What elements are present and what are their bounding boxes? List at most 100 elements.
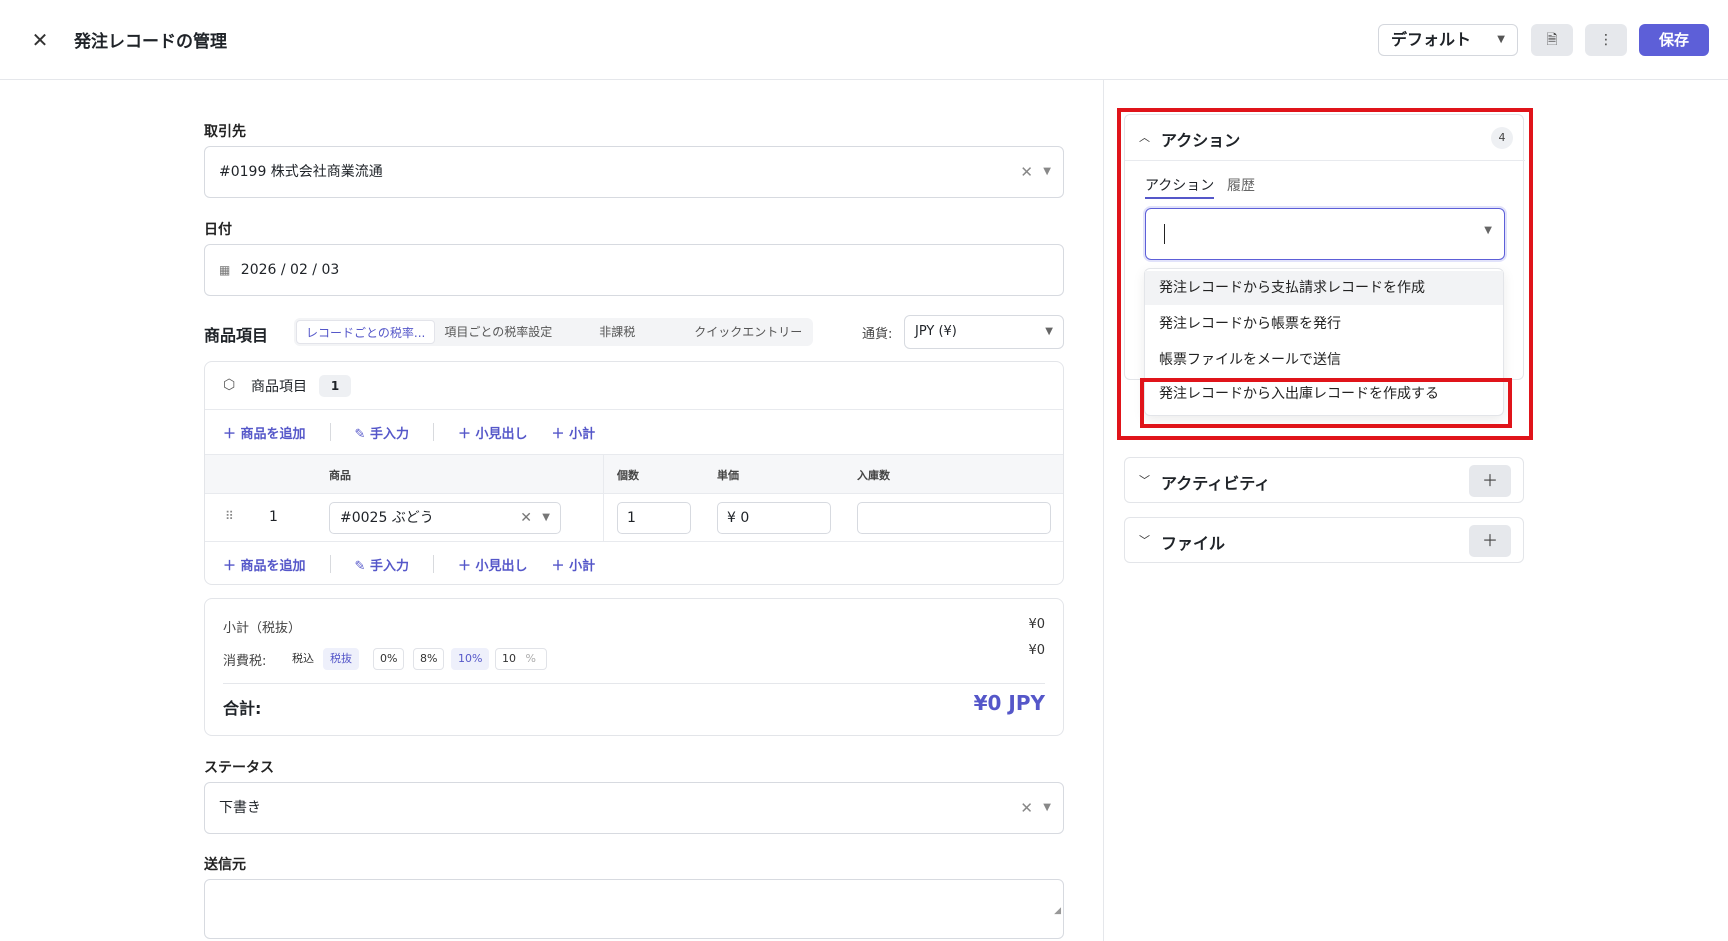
- column-product: 商品: [329, 469, 351, 482]
- subheading-label: 小見出し: [475, 426, 528, 442]
- activity-title: アクティビティ: [1161, 474, 1271, 493]
- add-product-label: 商品を追加: [240, 558, 306, 574]
- status-value: 下書き: [219, 800, 261, 816]
- partner-select[interactable]: #0199 株式会社商業流通 ✕ ▼: [204, 146, 1064, 198]
- date-value: 2026 / 02 / 03: [240, 262, 340, 278]
- add-file-button[interactable]: ＋: [1469, 525, 1511, 557]
- subtotal-value: ¥0: [1028, 617, 1045, 632]
- box-icon: ⬡: [223, 377, 236, 393]
- tab-tax-exempt[interactable]: 非課税: [590, 320, 685, 344]
- custom-rate-input[interactable]: 10 %: [495, 648, 547, 670]
- add-subheading-button[interactable]: ＋ 小見出し: [458, 555, 528, 574]
- product-select[interactable]: #0025 ぶどう ✕ ▼: [329, 502, 561, 534]
- page-title: 発注レコードの管理: [74, 32, 227, 52]
- more-vertical-icon: ⋮: [1599, 32, 1613, 48]
- tab-per-record-tax[interactable]: レコードごとの税率...: [296, 320, 436, 344]
- view-select[interactable]: デフォルト ▼: [1378, 24, 1518, 56]
- date-label: 日付: [204, 222, 232, 238]
- close-icon[interactable]: ✕: [28, 26, 52, 54]
- column-unit-price: 単価: [717, 469, 739, 482]
- status-label: ステータス: [204, 760, 274, 776]
- chevron-down-icon: ▼: [1043, 166, 1051, 177]
- add-subheading-button[interactable]: ＋ 小見出し: [458, 423, 528, 442]
- view-select-value: デフォルト: [1391, 30, 1472, 49]
- received-qty-input[interactable]: [857, 502, 1051, 534]
- manual-entry-button[interactable]: ✎ 手入力: [355, 423, 409, 442]
- chevron-down-icon: ▼: [1497, 34, 1505, 45]
- subtotal-label: 小計: [569, 426, 596, 442]
- divider: [329, 423, 331, 441]
- chevron-down-icon: ﹀: [1139, 534, 1150, 547]
- column-received: 入庫数: [857, 469, 890, 482]
- files-title: ファイル: [1161, 534, 1226, 553]
- divider: [329, 555, 331, 573]
- subtotal-label: 小計: [569, 558, 596, 574]
- status-select[interactable]: 下書き ✕ ▼: [204, 782, 1064, 834]
- custom-rate-value: 10: [502, 652, 516, 665]
- add-subtotal-button[interactable]: ＋ 小計: [552, 555, 596, 574]
- add-product-button[interactable]: ＋ 商品を追加: [223, 423, 306, 442]
- currency-select[interactable]: JPY (¥) ▼: [904, 315, 1064, 349]
- unit-price-input[interactable]: ¥ 0: [717, 502, 831, 534]
- subtotal-label: 小計（税抜）: [223, 621, 302, 636]
- highlight-box-menu-item: [1140, 378, 1512, 428]
- rate-8-chip[interactable]: 8%: [413, 648, 445, 670]
- items-table-header: 商品 個数 単価 入庫数: [205, 454, 1063, 494]
- items-heading: 商品項目: [204, 326, 269, 345]
- items-toolbar-top: ＋ 商品を追加 ✎ 手入力 ＋ 小見出し ＋ 小計: [205, 410, 1063, 454]
- items-box: ⬡ 商品項目 1 ＋ 商品を追加 ✎ 手入力 ＋ 小見出し ＋ 小計 商品 個数…: [204, 361, 1064, 585]
- date-field[interactable]: ▦ 2026 / 02 / 03: [204, 244, 1064, 296]
- tax-value: ¥0: [1028, 643, 1045, 658]
- grand-total-value: ¥0 JPY: [973, 691, 1045, 715]
- sender-textarea[interactable]: ◢: [204, 879, 1064, 939]
- tax-excluded-toggle[interactable]: 税抜: [323, 648, 359, 670]
- activity-card[interactable]: ﹀ アクティビティ ＋: [1124, 457, 1524, 503]
- clear-icon[interactable]: ✕: [520, 503, 532, 533]
- clear-icon[interactable]: ✕: [1020, 147, 1033, 197]
- currency-value: JPY (¥): [915, 324, 957, 339]
- files-card[interactable]: ﹀ ファイル ＋: [1124, 517, 1524, 563]
- manual-entry-label: 手入力: [369, 426, 409, 442]
- tax-included-toggle[interactable]: 税込: [285, 648, 321, 670]
- sender-label: 送信元: [204, 857, 246, 873]
- more-menu-button[interactable]: ⋮: [1585, 24, 1627, 56]
- tax-mode-tabs: レコードごとの税率... 項目ごとの税率設定 非課税 クイックエントリー: [294, 318, 814, 346]
- resize-handle-icon[interactable]: ◢: [1054, 886, 1061, 936]
- rate-10-chip[interactable]: 10%: [451, 648, 490, 670]
- add-activity-button[interactable]: ＋: [1469, 465, 1511, 497]
- totals-box: 小計（税抜） ¥0 消費税: 税込 税抜 0% 8% 10% 10 % ¥0 合…: [204, 598, 1064, 736]
- export-pdf-button[interactable]: 🗎: [1531, 24, 1573, 56]
- chevron-down-icon: ▼: [1043, 802, 1051, 813]
- percent-unit: %: [525, 652, 536, 665]
- partner-label: 取引先: [204, 124, 246, 140]
- divider: [432, 423, 434, 441]
- manual-entry-label: 手入力: [369, 558, 409, 574]
- calendar-icon: ▦: [219, 263, 231, 277]
- chevron-down-icon: ﹀: [1139, 474, 1150, 487]
- tab-per-item-tax[interactable]: 項目ごとの税率設定: [435, 320, 590, 344]
- subheading-label: 小見出し: [475, 558, 528, 574]
- items-box-title: 商品項目: [251, 379, 307, 395]
- save-button[interactable]: 保存: [1639, 24, 1709, 56]
- items-box-header: ⬡ 商品項目 1: [205, 362, 1063, 410]
- divider: [432, 555, 434, 573]
- add-product-button[interactable]: ＋ 商品を追加: [223, 555, 306, 574]
- manual-entry-button[interactable]: ✎ 手入力: [355, 555, 409, 574]
- rate-0-chip[interactable]: 0%: [373, 648, 405, 670]
- tax-label: 消費税:: [223, 654, 267, 669]
- qty-input[interactable]: 1: [617, 502, 691, 534]
- add-subtotal-button[interactable]: ＋ 小計: [552, 423, 596, 442]
- divider: [223, 683, 1045, 684]
- row-number: 1: [269, 509, 278, 525]
- panel-divider: [1103, 80, 1104, 941]
- clear-icon[interactable]: ✕: [1020, 783, 1033, 833]
- drag-handle-icon[interactable]: ⠿: [225, 509, 234, 523]
- add-product-label: 商品を追加: [240, 426, 306, 442]
- currency-label: 通貨:: [862, 327, 893, 342]
- product-value: #0025 ぶどう: [340, 510, 434, 526]
- tab-quick-entry[interactable]: クイックエントリー: [685, 320, 811, 344]
- items-toolbar-bottom: ＋ 商品を追加 ✎ 手入力 ＋ 小見出し ＋ 小計: [205, 542, 1063, 584]
- column-qty: 個数: [617, 469, 639, 482]
- partner-value: #0199 株式会社商業流通: [219, 164, 383, 180]
- chevron-down-icon: ▼: [542, 512, 550, 523]
